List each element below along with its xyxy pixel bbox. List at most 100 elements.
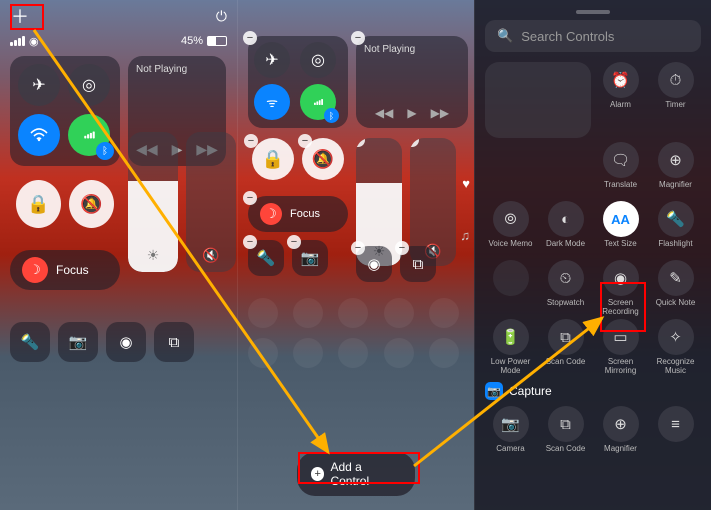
empty-slot[interactable] [248,298,278,328]
control-voice-memo[interactable]: ⦾Voice Memo [485,201,536,256]
brightness-icon: ☀︎ [147,247,160,264]
volume-slider[interactable]: 🔇 [186,132,236,272]
connectivity-tile[interactable]: ✈︎ ◎ ᛒ [10,56,120,166]
control-screen-recording[interactable]: ◉Screen Recording [595,260,646,315]
remove-icon[interactable]: − [243,31,257,45]
remove-icon[interactable]: − [410,138,419,147]
empty-slot[interactable] [338,338,368,368]
screen-mirroring-icon: ▭ [603,319,639,355]
search-field[interactable]: 🔍 Search Controls [485,20,701,52]
qr-scan-tile[interactable]: ⧉− [400,246,436,282]
remove-icon[interactable]: − [298,134,312,148]
control-magnifier[interactable]: ⊕Magnifier [650,142,701,197]
play-icon[interactable]: ▶ [407,106,416,120]
control-quick-note[interactable]: ✎Quick Note [650,260,701,315]
control-screen-mirroring[interactable]: ▭Screen Mirroring [595,319,646,374]
flashlight-tile[interactable]: 🔦 [10,322,50,362]
grabber[interactable] [576,10,610,14]
bluetooth-icon[interactable]: ᛒ [96,142,114,160]
screen-record-tile[interactable]: ◉− [356,246,392,282]
screen-recording-icon: ◉ [603,260,639,296]
brightness-slider[interactable]: ☀︎ [128,132,178,272]
media-tile[interactable]: − Not Playing ◀◀ ▶ ▶▶ [356,36,468,128]
control-camera[interactable]: 📷Camera [485,406,536,461]
next-icon[interactable]: ▶▶ [431,106,449,120]
empty-slot[interactable] [384,298,414,328]
power-icon[interactable]: ⏻ [216,8,227,25]
cellular-icon [10,36,25,46]
empty-slot[interactable] [384,338,414,368]
focus-label: Focus [56,263,89,277]
bluetooth-icon[interactable]: ᛒ [324,108,339,123]
stopwatch-icon: ⏲ [548,260,584,296]
control-dark-mode[interactable]: ◐Dark Mode [540,201,591,256]
control-recognize-music[interactable]: ✧Recognize Music [650,319,701,374]
orientation-lock-icon[interactable]: 🔒 [252,138,294,180]
qr-scan-tile[interactable]: ⧉ [154,322,194,362]
empty-slot[interactable] [338,298,368,328]
panel-edit-mode: − ✈︎ ◎ ᯤ ᛒ − Not Playing ◀◀ ▶ ▶▶ − 🔒 🔕− … [237,0,474,510]
music-note-icon[interactable]: ♫ [460,228,470,243]
cellular-toggle[interactable]: ᛒ [300,84,336,120]
remove-icon[interactable]: − [243,235,257,249]
wifi-icon: ◉ [29,35,39,48]
wifi-toggle[interactable] [18,114,60,156]
control-alarm[interactable]: ⏰Alarm [595,62,646,138]
flashlight-tile[interactable]: 🔦− [248,240,284,276]
airdrop-icon[interactable]: ◎ [300,42,336,78]
airplane-icon[interactable]: ✈︎ [18,64,60,106]
add-control-label: Add a Control [330,460,401,488]
remove-icon[interactable]: − [395,241,409,255]
dark-mode-icon: ◐ [548,201,584,237]
orientation-lock-icon[interactable]: 🔒 [16,180,61,228]
focus-label: Focus [290,208,320,220]
screen-record-tile[interactable]: ◉ [106,322,146,362]
magnifier-icon: ⊕ [603,406,639,442]
control-preview-large[interactable] [485,62,591,138]
prev-icon[interactable]: ◀◀ [375,106,393,120]
scan-code-icon: ⧉ [548,319,584,355]
search-icon: 🔍 [497,28,513,44]
airplane-icon[interactable]: ✈︎ [254,42,290,78]
remove-icon[interactable]: − [351,241,365,255]
control-blank[interactable] [485,260,536,315]
remove-icon[interactable]: − [351,31,365,45]
more-icon: ≡ [658,406,694,442]
flashlight-icon: 🔦 [658,201,694,237]
heart-icon[interactable]: ♥ [462,176,470,191]
empty-slot[interactable] [248,338,278,368]
control-more[interactable]: ≡ [650,406,701,461]
remove-icon[interactable]: − [356,138,365,147]
add-control-button[interactable]: + Add a Control [297,452,415,496]
camera-tile[interactable]: 📷 [58,322,98,362]
control-scan-code[interactable]: ⧉Scan Code [540,319,591,374]
control-text-size[interactable]: AAText Size [595,201,646,256]
airdrop-icon[interactable]: ◎ [68,64,110,106]
cellular-toggle[interactable]: ᛒ [68,114,110,156]
text-size-icon: AA [603,201,639,237]
remove-icon[interactable]: − [243,191,257,205]
connectivity-tile[interactable]: − ✈︎ ◎ ᯤ ᛒ [248,36,348,128]
control-timer[interactable]: ⏱Timer [650,62,701,138]
wifi-toggle[interactable]: ᯤ [254,84,290,120]
remove-icon[interactable]: − [244,134,258,148]
silent-icon[interactable]: 🔕− [302,138,344,180]
remove-icon[interactable]: − [287,235,301,249]
empty-slot[interactable] [293,338,323,368]
control-stopwatch[interactable]: ⏲Stopwatch [540,260,591,315]
camera-tile[interactable]: 📷− [292,240,328,276]
control-scan-code2[interactable]: ⧉Scan Code [540,406,591,461]
empty-slot[interactable] [293,298,323,328]
empty-slot[interactable] [429,338,459,368]
empty-slot[interactable] [429,298,459,328]
focus-tile[interactable]: − ☽ Focus [248,196,348,232]
control-magnifier2[interactable]: ⊕Magnifier [595,406,646,461]
control-translate[interactable]: 🗨Translate [595,142,646,197]
control-low-power[interactable]: 🔋Low Power Mode [485,319,536,374]
silent-icon[interactable]: 🔕 [69,180,114,228]
focus-tile[interactable]: ☽ Focus [10,250,120,290]
volume-icon: 🔇 [202,247,219,264]
add-icon[interactable]: ＋ [10,3,30,29]
control-flashlight[interactable]: 🔦Flashlight [650,201,701,256]
translate-icon: 🗨 [603,142,639,178]
